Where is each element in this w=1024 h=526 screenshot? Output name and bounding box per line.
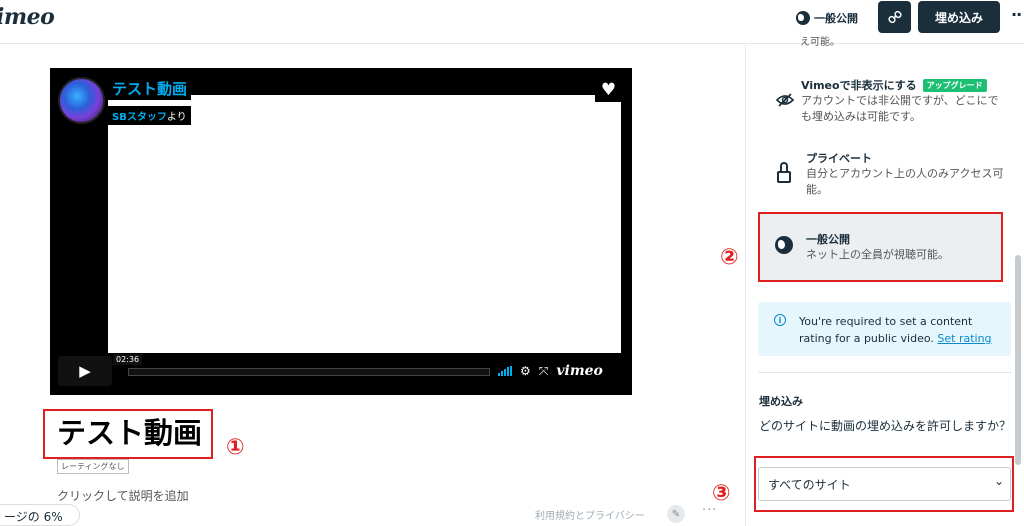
vimeo-logo[interactable]: imeo — [0, 4, 55, 30]
option-private[interactable]: プライベート 自分とアカウント上の人のみアクセス可能。 — [806, 150, 1024, 198]
play-button[interactable]: ▶ — [58, 356, 112, 386]
top-bar: imeo 一般公開 埋め込み ·· — [0, 0, 1024, 44]
avatar[interactable] — [58, 77, 105, 124]
embed-button[interactable]: 埋め込み — [918, 1, 1000, 33]
cutoff-text: え可能。 — [800, 37, 840, 48]
embed-site-value: すべてのサイト — [768, 478, 851, 492]
marker-2: ② — [720, 245, 739, 270]
globe-icon — [775, 236, 793, 254]
marker-1: ① — [226, 435, 245, 460]
byline-suffix: より — [166, 112, 187, 123]
chevron-down-icon: ⌄ — [994, 474, 1005, 488]
vimeo-brand-link[interactable]: vimeo — [556, 363, 603, 379]
option-private-desc: 自分とアカウント上の人のみアクセス可能。 — [806, 167, 1004, 196]
embed-question: どのサイトに動画の埋め込みを許可しますか？ — [759, 419, 1012, 433]
privacy-button[interactable]: 一般公開 — [796, 9, 858, 27]
link-icon — [887, 10, 902, 24]
time-badge: 02:36 — [113, 354, 143, 365]
volume-icon[interactable] — [498, 366, 512, 376]
panel-scrollbar[interactable] — [1015, 255, 1021, 465]
option-public-text: 一般公開 ネット上の全員が視聴可能。 — [806, 231, 1024, 263]
embed-heading: 埋め込み — [759, 395, 803, 408]
edit-icon[interactable]: ✎ — [667, 505, 685, 523]
option-hidden-desc: アカウントでは非公開ですが、どこにでも埋め込みは可能です。 — [801, 94, 999, 123]
eye-off-icon — [775, 92, 795, 113]
privacy-label: 一般公開 — [814, 12, 858, 25]
byline-user[interactable]: SBスタッフ — [112, 112, 167, 123]
option-hidden-title: Vimeoで非表示にする — [801, 79, 917, 92]
rating-tag[interactable]: レーティングなし — [57, 459, 129, 474]
notice-text: You're required to set a content rating … — [799, 313, 1004, 347]
info-icon: i — [774, 314, 786, 326]
option-private-title: プライベート — [806, 152, 872, 165]
upgrade-badge[interactable]: アップグレード — [922, 78, 987, 92]
copy-link-button[interactable] — [878, 1, 911, 33]
progress-bar[interactable] — [128, 368, 490, 376]
heart-icon[interactable]: ♥ — [595, 77, 622, 102]
player-controls: ⚙ ⤧ vimeo — [498, 362, 603, 380]
divider — [758, 372, 1011, 373]
lock-icon-body — [777, 171, 791, 183]
marker-3: ③ — [712, 481, 731, 506]
storage-usage[interactable]: ージの 6% — [0, 504, 80, 526]
video-frame — [108, 95, 621, 353]
globe-icon — [796, 11, 810, 25]
terms-link[interactable]: 利用規約とプライバシー — [535, 507, 645, 522]
add-description[interactable]: クリックして説明を追加 — [57, 487, 189, 504]
player-byline: SBスタッフより — [108, 106, 191, 125]
option-hidden[interactable]: Vimeoで非表示にする アップグレード アカウントでは非公開ですが、どこにでも… — [801, 77, 1024, 125]
player-title[interactable]: テスト動画 — [108, 77, 192, 100]
option-public-title: 一般公開 — [806, 233, 850, 246]
more-menu-button[interactable]: ·· — [1011, 5, 1022, 24]
option-public-desc: ネット上の全員が視聴可能。 — [806, 248, 949, 261]
set-rating-link[interactable]: Set rating — [937, 332, 991, 345]
fullscreen-icon[interactable]: ⤧ — [539, 364, 549, 379]
video-title[interactable]: テスト動画 — [57, 410, 202, 452]
settings-icon[interactable]: ⚙ — [520, 364, 531, 378]
video-player[interactable]: テスト動画 SBスタッフより ♥ ▶ 02:36 ⚙ ⤧ vimeo — [50, 68, 632, 395]
